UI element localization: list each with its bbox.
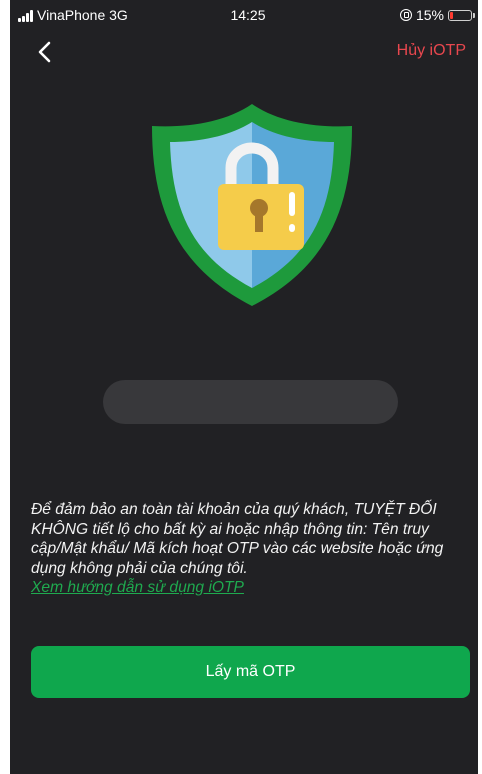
iotp-guide-link[interactable]: Xem hướng dẫn sử dụng iOTP (31, 578, 471, 598)
status-bar: VinaPhone 3G 14:25 15% (10, 0, 478, 30)
orientation-lock-icon (399, 9, 412, 21)
chevron-left-icon (38, 41, 51, 63)
security-notice-text: Để đảm bảo an toàn tài khoản của quý khá… (31, 501, 444, 577)
otp-placeholder-bar (103, 380, 398, 424)
status-right-group: 15% (399, 6, 475, 24)
get-otp-button[interactable]: Lấy mã OTP (31, 646, 470, 698)
lock-highlight (289, 192, 295, 216)
lock-highlight-dot (289, 224, 295, 232)
battery-level-fill (450, 11, 453, 19)
battery-percent: 15% (415, 7, 444, 23)
phone-screen: VinaPhone 3G 14:25 15% Hủy iOTP Để đảm b… (10, 0, 478, 774)
battery-low-icon (448, 9, 475, 21)
shield-lock-icon (152, 104, 352, 306)
back-button[interactable] (30, 38, 60, 68)
keyhole-stem (255, 210, 263, 232)
security-notice: Để đảm bảo an toàn tài khoản của quý khá… (31, 500, 471, 598)
cancel-iotp-link[interactable]: Hủy iOTP (397, 42, 466, 60)
